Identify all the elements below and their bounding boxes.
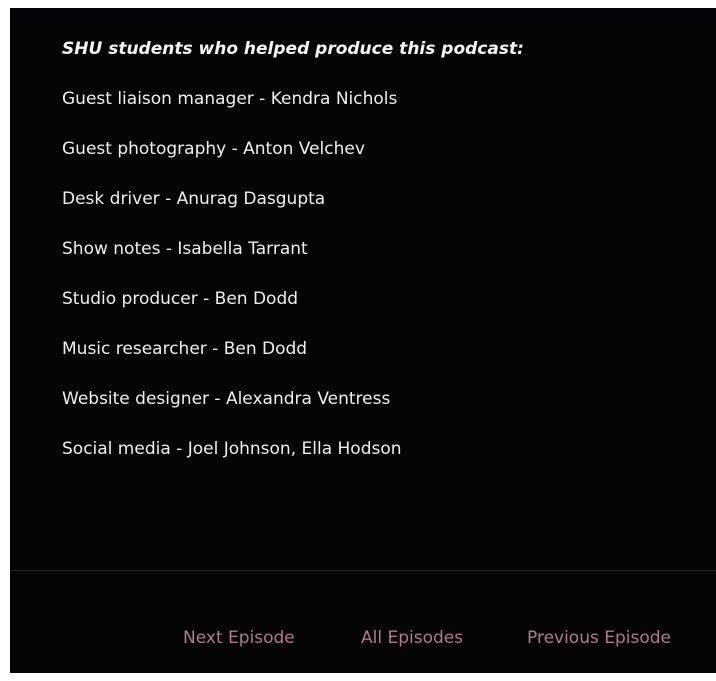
previous-episode-link[interactable]: Previous Episode: [527, 624, 671, 652]
credits-heading: SHU students who helped produce this pod…: [62, 39, 524, 59]
credit-guest-photography: Guest photography - Anton Velchev: [62, 139, 365, 159]
credit-music-researcher: Music researcher - Ben Dodd: [62, 339, 308, 359]
all-episodes-link[interactable]: All Episodes: [361, 624, 463, 652]
credit-studio-producer: Studio producer - Ben Dodd: [62, 289, 299, 309]
section-divider: [10, 570, 716, 571]
credit-desk-driver: Desk driver - Anurag Dasgupta: [62, 189, 326, 209]
credit-social-media: Social media - Joel Johnson, Ella Hodson: [62, 439, 402, 459]
credit-show-notes: Show notes - Isabella Tarrant: [62, 239, 308, 259]
credit-website-designer: Website designer - Alexandra Ventress: [62, 389, 391, 409]
next-episode-link[interactable]: Next Episode: [183, 624, 295, 652]
credit-guest-liaison-manager: Guest liaison manager - Kendra Nichols: [62, 89, 398, 109]
episode-navigation: Next Episode All Episodes Previous Episo…: [10, 624, 716, 652]
credits-section: SHU students who helped produce this pod…: [62, 38, 692, 460]
podcast-credits-panel: SHU students who helped produce this pod…: [10, 8, 716, 673]
